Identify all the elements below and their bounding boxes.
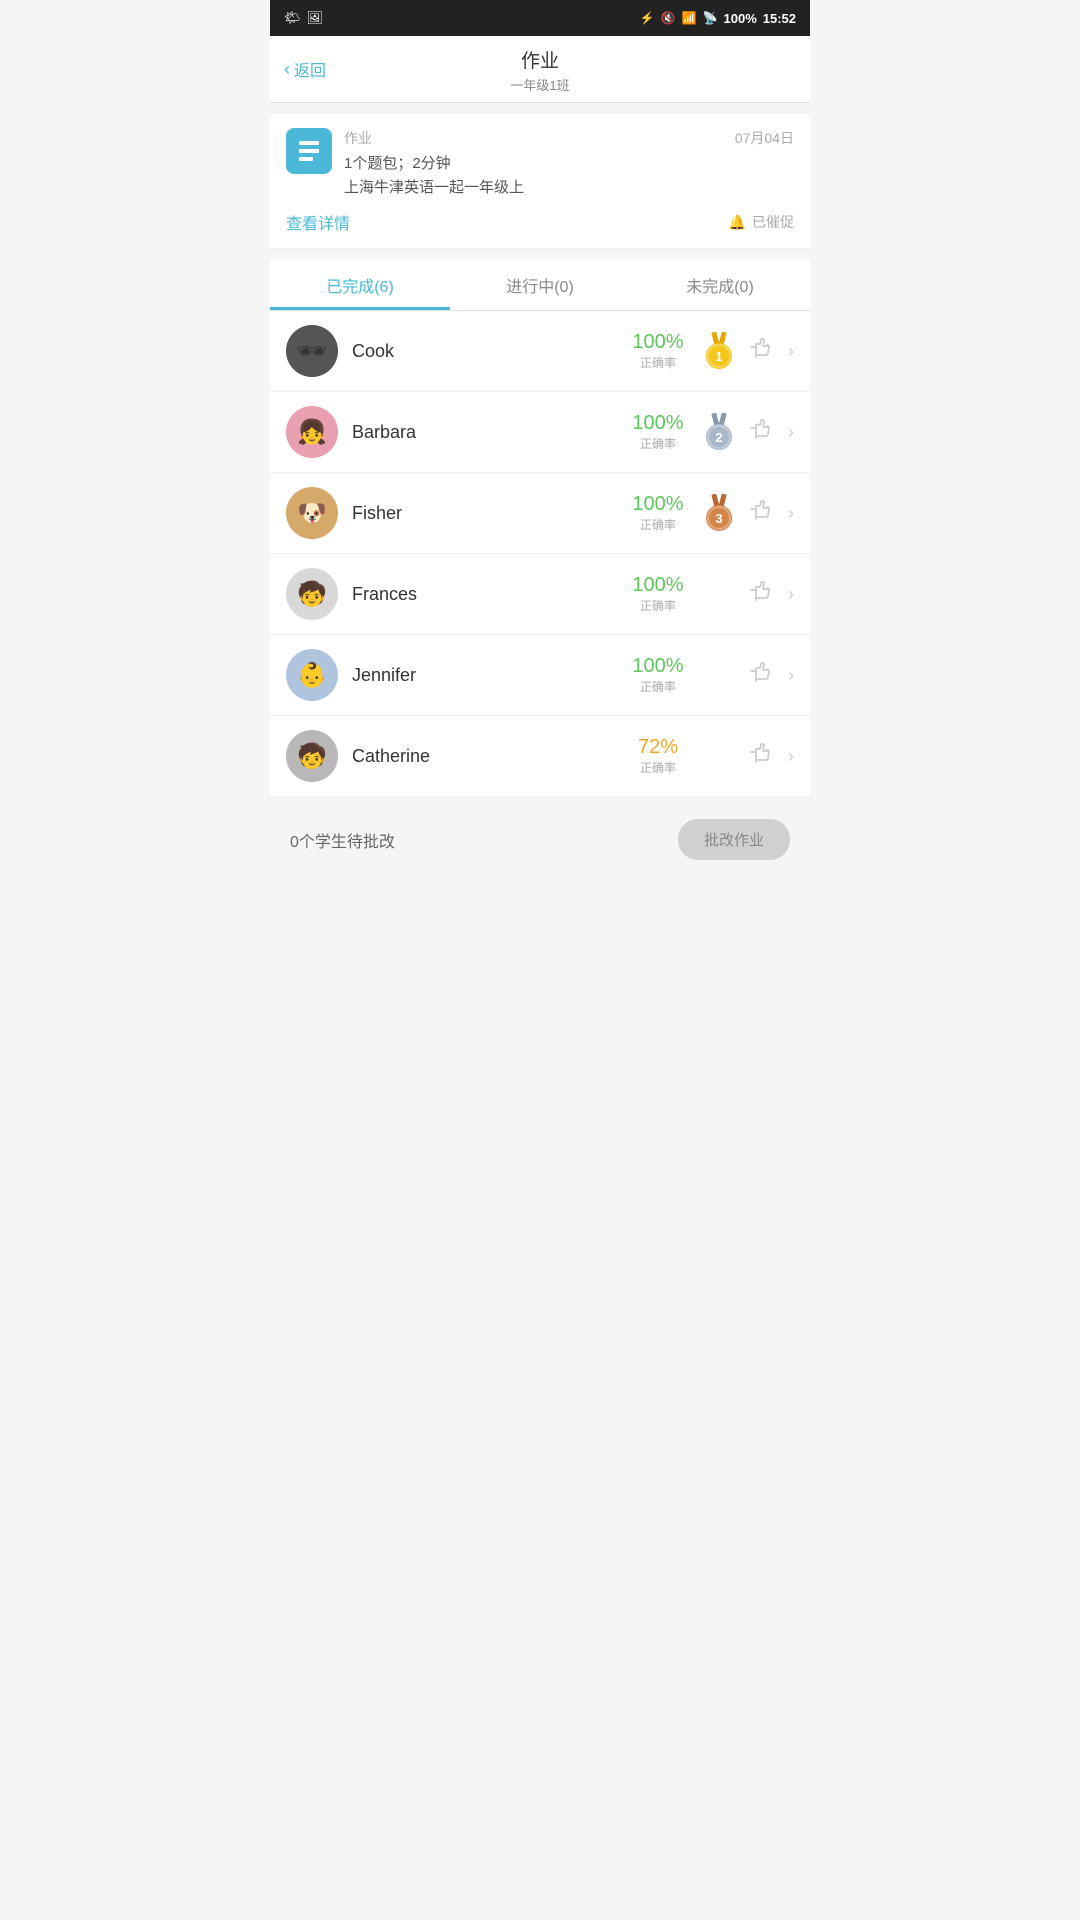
student-name: Jennifer [352,665,628,686]
signal-icon: 📡 [703,11,718,25]
medal-badge-1: 1 [700,332,738,370]
chevron-right-icon: › [788,341,794,362]
student-row[interactable]: 🧒 Catherine 72% 正确率 › [270,716,810,797]
pending-label: 0个学生待批改 [290,828,395,852]
chevron-right-icon: › [788,584,794,605]
student-avatar: 👧 [286,406,338,458]
like-button[interactable] [748,740,774,772]
like-button[interactable] [748,578,774,610]
tab-done[interactable]: 已完成(6) [270,259,450,310]
chevron-right-icon: › [788,422,794,443]
page-title: 作业 [521,46,559,73]
score-label: 正确率 [628,516,688,533]
student-score: 100% 正确率 [628,331,688,371]
student-row[interactable]: 👶 Jennifer 100% 正确率 › [270,635,810,716]
cloud-icon: 🌤 [284,10,301,26]
student-score: 100% 正确率 [628,655,688,695]
page-subtitle: 一年级1班 [510,75,569,94]
student-avatar: 🧒 [286,730,338,782]
student-list: 🕶 Cook 100% 正确率 1 › 👧 Barbara 100% 正确率 [270,311,810,797]
student-row[interactable]: 🐶 Fisher 100% 正确率 3 › [270,473,810,554]
status-right: ⚡ 🔇 📶 📡 100% 15:52 [640,11,796,26]
assignment-icon [286,128,332,174]
assignment-desc-line2: 上海牛津英语一起一年级上 [344,176,794,200]
remind-area: 🔔 已催促 [729,212,794,232]
score-percent: 100% [628,655,688,678]
student-name: Frances [352,584,628,605]
student-score: 100% 正确率 [628,493,688,533]
score-label: 正确率 [628,597,688,614]
assignment-info: 作业 07月04日 1个题包；2分钟 上海牛津英语一起一年级上 [344,128,794,200]
back-chevron-icon: ‹ [284,59,290,80]
student-row[interactable]: 🕶 Cook 100% 正确率 1 › [270,311,810,392]
mute-icon: 🔇 [661,11,676,25]
like-button[interactable] [748,335,774,367]
chevron-right-icon: › [788,746,794,767]
nav-bar: ‹ 返回 作业 一年级1班 [270,36,810,103]
bell-icon: 🔔 [729,214,746,231]
status-bar: 🌤 🖼 ⚡ 🔇 📶 📡 100% 15:52 [270,0,810,36]
like-button[interactable] [748,659,774,691]
student-row[interactable]: 🧒 Frances 100% 正确率 › [270,554,810,635]
grade-button[interactable]: 批改作业 [678,819,790,860]
assignment-desc: 1个题包；2分钟 上海牛津英语一起一年级上 [344,152,794,200]
tab-inprogress[interactable]: 进行中(0) [450,259,630,310]
student-name: Catherine [352,746,628,767]
student-row[interactable]: 👧 Barbara 100% 正确率 2 › [270,392,810,473]
score-label: 正确率 [628,354,688,371]
assignment-type-label: 作业 [344,128,372,148]
assignment-desc-line1: 1个题包；2分钟 [344,152,794,176]
medal-badge-3: 3 [700,494,738,532]
student-avatar: 🕶 [286,325,338,377]
student-name: Cook [352,341,628,362]
tabs-bar: 已完成(6) 进行中(0) 未完成(0) [270,259,810,311]
score-label: 正确率 [628,435,688,452]
score-percent: 100% [628,331,688,354]
assignment-footer: 查看详情 🔔 已催促 [286,210,794,234]
bottom-bar: 0个学生待批改 批改作业 [270,803,810,876]
like-button[interactable] [748,416,774,448]
view-detail-link[interactable]: 查看详情 [286,210,350,234]
assignment-card: 作业 07月04日 1个题包；2分钟 上海牛津英语一起一年级上 查看详情 🔔 已… [270,113,810,249]
time-label: 15:52 [763,11,796,26]
student-name: Fisher [352,503,628,524]
medal-badge-2: 2 [700,413,738,451]
student-avatar: 🐶 [286,487,338,539]
svg-text:3: 3 [715,511,722,526]
status-left: 🌤 🖼 [284,10,323,26]
student-avatar: 🧒 [286,568,338,620]
image-icon: 🖼 [307,10,324,26]
score-percent: 100% [628,412,688,435]
wifi-icon: 📶 [682,11,697,25]
score-percent: 100% [628,493,688,516]
svg-text:2: 2 [715,430,722,445]
reminded-label: 已催促 [752,212,794,232]
battery-label: 100% [724,11,757,26]
assignment-date: 07月04日 [735,128,794,152]
student-avatar: 👶 [286,649,338,701]
student-score: 100% 正确率 [628,412,688,452]
student-name: Barbara [352,422,628,443]
score-label: 正确率 [628,759,688,776]
student-score: 72% 正确率 [628,736,688,776]
like-button[interactable] [748,497,774,529]
score-label: 正确率 [628,678,688,695]
chevron-right-icon: › [788,665,794,686]
bluetooth-icon: ⚡ [640,11,655,25]
back-button[interactable]: ‹ 返回 [284,57,326,81]
student-score: 100% 正确率 [628,574,688,614]
back-label: 返回 [294,57,326,81]
score-percent: 100% [628,574,688,597]
chevron-right-icon: › [788,503,794,524]
svg-text:1: 1 [715,349,722,364]
score-percent: 72% [628,736,688,759]
tab-notdone[interactable]: 未完成(0) [630,259,810,310]
